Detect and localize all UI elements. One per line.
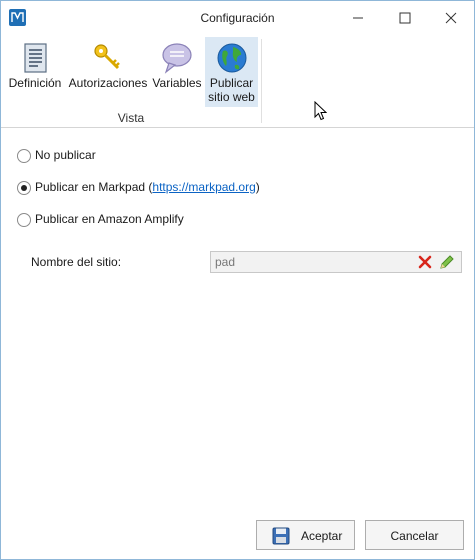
ribbon-button-publicar-sitio-web[interactable]: Publicar sitio web [205, 37, 258, 107]
markpad-link[interactable]: https://markpad.org [152, 180, 255, 194]
speech-bubble-icon [160, 41, 194, 75]
title-bar: Configuración [1, 1, 474, 35]
save-disk-icon [272, 527, 290, 548]
radio-label: Publicar en Markpad (https://markpad.org… [35, 180, 260, 194]
pencil-icon [440, 255, 454, 269]
keys-icon [91, 41, 125, 75]
cancel-label: Cancelar [390, 529, 439, 543]
radio-label: No publicar [35, 148, 96, 162]
clear-button[interactable] [417, 254, 433, 270]
ribbon: Definición Autorizaciones Variables Publ… [1, 35, 474, 128]
red-x-icon [418, 255, 432, 269]
site-name-input[interactable] [215, 254, 405, 269]
maximize-button[interactable] [382, 1, 428, 35]
ribbon-button-definicion[interactable]: Definición [6, 37, 64, 107]
ribbon-button-label: Definición [8, 76, 62, 90]
radio-circle[interactable] [17, 149, 31, 163]
radio-circle-selected[interactable] [17, 181, 31, 195]
radio-label-prefix: Publicar en Markpad ( [35, 180, 153, 194]
site-name-field [210, 251, 462, 273]
document-icon [18, 41, 52, 75]
ribbon-button-variables[interactable]: Variables [152, 37, 202, 107]
ribbon-button-autorizaciones[interactable]: Autorizaciones [67, 37, 149, 107]
accept-button[interactable]: Aceptar [256, 520, 355, 550]
settings-dialog: Configuración Definición Autorizaciones … [0, 0, 475, 560]
minimize-button[interactable] [335, 1, 381, 35]
maximize-icon [399, 12, 411, 24]
ribbon-group-label: Vista [117, 111, 145, 125]
radio-circle[interactable] [17, 213, 31, 227]
mouse-pointer-icon [314, 100, 328, 124]
radio-label: Publicar en Amazon Amplify [35, 212, 184, 226]
ribbon-button-label: Variables [152, 76, 202, 90]
ribbon-group-separator [261, 39, 262, 123]
cancel-button[interactable]: Cancelar [365, 520, 464, 550]
ribbon-button-label: Publicar sitio web [208, 76, 255, 104]
accept-label: Aceptar [301, 529, 343, 543]
edit-button[interactable] [439, 254, 455, 270]
site-name-label: Nombre del sitio: [31, 255, 122, 269]
globe-icon [215, 41, 249, 75]
radio-label-suffix: ) [255, 180, 260, 194]
close-button[interactable] [428, 1, 474, 35]
ribbon-button-label: Autorizaciones [68, 76, 148, 90]
close-icon [445, 12, 457, 24]
minimize-icon [353, 17, 363, 19]
